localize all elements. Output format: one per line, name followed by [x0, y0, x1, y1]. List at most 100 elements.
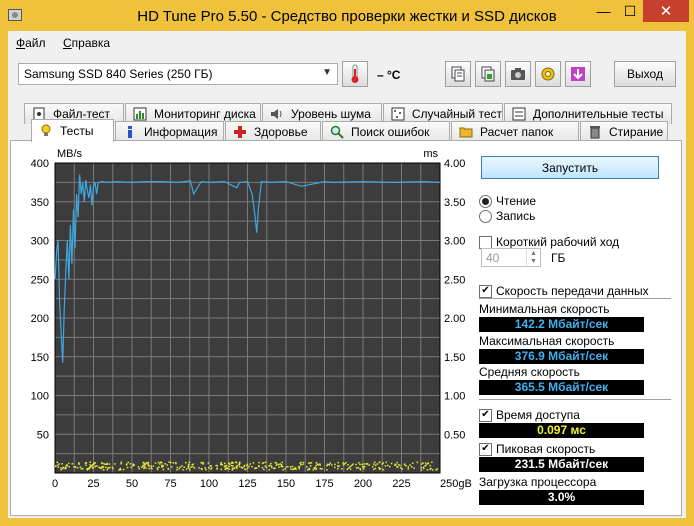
- y-left-unit-label: MB/s: [57, 148, 83, 160]
- tab-error-scan[interactable]: Поиск ошибок: [322, 121, 450, 142]
- copy-text-button[interactable]: [445, 61, 471, 87]
- access-time-point: [246, 463, 249, 466]
- access-time-checkbox[interactable]: ✔ Время доступа: [479, 408, 580, 422]
- access-time-point: [185, 468, 188, 470]
- menu-file[interactable]: Файл: [16, 36, 46, 50]
- access-time-point: [179, 466, 182, 468]
- transfer-rate-check-box[interactable]: ✔: [479, 284, 492, 298]
- access-time-point: [230, 464, 233, 467]
- short-stroke-value: 40: [486, 250, 500, 265]
- access-time-point: [189, 468, 191, 471]
- chevron-down-icon: ▼: [322, 67, 332, 78]
- access-time-point: [130, 466, 132, 469]
- access-time-point: [424, 462, 427, 464]
- access-time-point: [144, 465, 146, 467]
- access-time-point: [390, 462, 393, 465]
- access-time-point: [285, 466, 288, 468]
- access-time-point: [129, 463, 132, 465]
- burst-rate-check-box[interactable]: ✔: [479, 442, 492, 456]
- access-time-point: [221, 463, 224, 466]
- access-time-point: [337, 467, 339, 470]
- access-time-point: [300, 461, 302, 464]
- health-cross-icon: [232, 124, 248, 140]
- access-time-point: [89, 464, 91, 466]
- access-time-point: [291, 468, 294, 471]
- access-time-point: [157, 461, 160, 464]
- y-right-tick-label: 1.00: [444, 391, 465, 403]
- title-bar[interactable]: HD Tune Pro 5.50 - Средство проверки жес…: [0, 0, 694, 31]
- write-radio[interactable]: Запись: [479, 209, 535, 223]
- access-time-point: [151, 467, 153, 470]
- short-stroke-check-box[interactable]: [479, 235, 492, 249]
- access-time-point: [216, 468, 218, 470]
- close-button[interactable]: ✕: [643, 0, 689, 22]
- access-time-point: [359, 463, 361, 466]
- access-time-point: [232, 465, 234, 467]
- access-time-point: [78, 462, 80, 464]
- access-time-point: [326, 464, 328, 467]
- access-time-point: [176, 468, 178, 471]
- access-time-point: [271, 466, 273, 469]
- transfer-rate-checkbox[interactable]: ✔ Скорость передачи данных: [479, 284, 649, 298]
- tab-error-scan-label: Поиск ошибок: [351, 125, 430, 139]
- x-tick-label: 225: [392, 478, 410, 490]
- benchmark-bulb-icon: [38, 123, 54, 139]
- access-time-point: [172, 462, 175, 464]
- divider: [479, 298, 671, 299]
- access-time-point: [106, 462, 108, 465]
- access-time-point: [431, 461, 433, 464]
- save-button[interactable]: [565, 61, 591, 87]
- tab-info-label: Информация: [144, 125, 218, 139]
- access-time-point: [426, 469, 429, 471]
- access-time-check-box[interactable]: ✔: [479, 408, 492, 422]
- access-time-point: [306, 466, 308, 468]
- access-time-value: 0.097 мс: [479, 423, 644, 438]
- access-time-point: [435, 469, 437, 471]
- access-time-point: [223, 462, 226, 465]
- minimize-button[interactable]: —: [590, 0, 617, 22]
- maximize-button[interactable]: ☐: [617, 0, 643, 22]
- read-radio-circle[interactable]: [479, 194, 492, 208]
- access-time-point: [61, 467, 64, 470]
- access-time-point: [279, 463, 281, 465]
- cpu-usage-value: 3.0%: [479, 490, 644, 505]
- access-time-point: [268, 468, 270, 471]
- access-time-point: [420, 463, 423, 465]
- exit-button[interactable]: Выход: [614, 61, 676, 87]
- start-button[interactable]: Запустить: [481, 156, 659, 179]
- read-radio[interactable]: Чтение: [479, 194, 536, 208]
- access-time-point: [150, 465, 152, 467]
- short-stroke-checkbox[interactable]: Короткий рабочий ход: [479, 235, 619, 249]
- burst-rate-checkbox[interactable]: ✔ Пиковая скорость: [479, 442, 595, 456]
- screenshot-button[interactable]: [505, 61, 531, 87]
- access-time-point: [378, 466, 380, 469]
- access-time-point: [298, 467, 301, 470]
- spinner-arrows-icon[interactable]: ▲ ▼: [526, 249, 540, 266]
- access-time-point: [252, 462, 255, 464]
- copy-screenshot-button[interactable]: [475, 61, 501, 87]
- drive-select[interactable]: Samsung SSD 840 Series (250 ГБ) ▼: [18, 63, 338, 85]
- short-stroke-spinner[interactable]: 40 ▲ ▼: [481, 248, 541, 267]
- tab-health[interactable]: Здоровье: [225, 121, 321, 142]
- access-time-label: Время доступа: [496, 408, 580, 422]
- tab-info[interactable]: Информация: [115, 121, 224, 142]
- write-radio-circle[interactable]: [479, 209, 492, 223]
- transfer-rate-label: Скорость передачи данных: [496, 284, 649, 298]
- options-button[interactable]: [535, 61, 561, 87]
- tab-erase-label: Стирание: [609, 125, 664, 139]
- access-time-point: [65, 464, 68, 466]
- tab-noise-level-label: Уровень шума: [291, 107, 371, 121]
- tab-benchmark[interactable]: Тесты: [31, 119, 114, 142]
- access-time-point: [156, 468, 159, 471]
- access-time-point: [176, 466, 179, 469]
- thermometer-button[interactable]: [342, 61, 368, 87]
- folder-usage-icon: [458, 124, 474, 140]
- access-time-point: [143, 467, 145, 470]
- tab-erase[interactable]: Стирание: [580, 121, 668, 142]
- access-time-point: [364, 465, 366, 468]
- access-time-point: [147, 461, 150, 464]
- menu-help[interactable]: Справка: [63, 36, 110, 50]
- access-time-point: [411, 465, 413, 468]
- tab-folder-usage[interactable]: Расчет папок: [451, 121, 579, 142]
- access-time-point: [293, 468, 296, 470]
